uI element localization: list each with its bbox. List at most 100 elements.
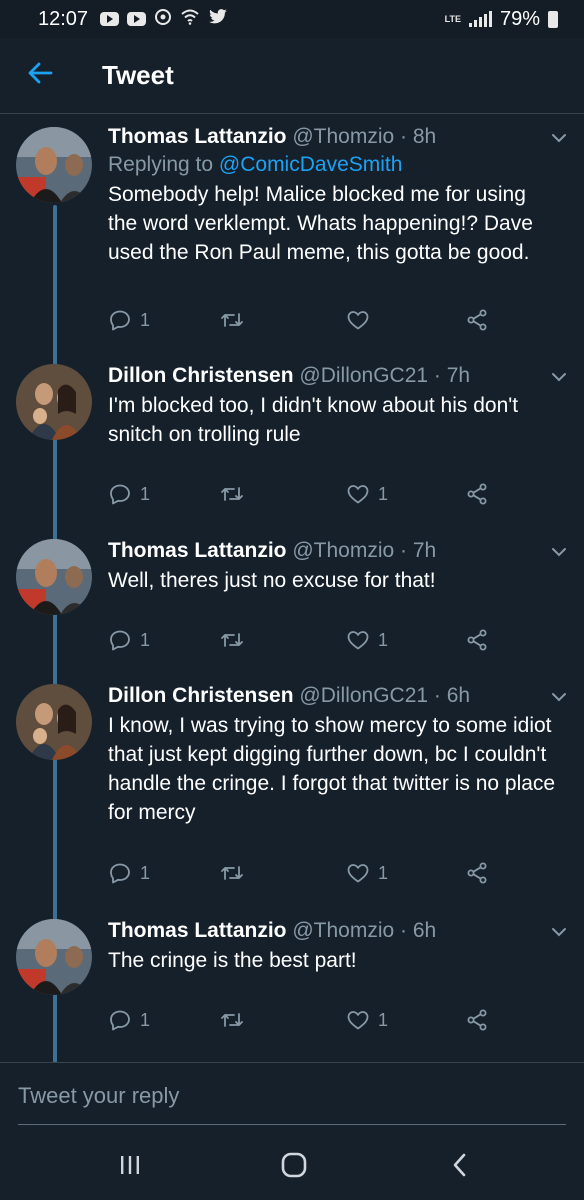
author-name[interactable]: Dillon Christensen xyxy=(108,364,294,387)
avatar[interactable] xyxy=(16,127,92,203)
avatar[interactable] xyxy=(16,919,92,995)
like-button[interactable]: 1 xyxy=(346,625,388,655)
like-count: 1 xyxy=(378,629,389,650)
retweet-button[interactable] xyxy=(220,858,252,888)
author-name[interactable]: Thomas Lattanzio xyxy=(108,919,287,942)
chevron-down-icon[interactable] xyxy=(550,688,568,706)
wifi-icon xyxy=(180,9,200,30)
system-nav-bar xyxy=(0,1132,584,1200)
tweet-text: Well, theres just no excuse for that! xyxy=(108,569,436,592)
sync-icon xyxy=(154,8,172,31)
share-icon xyxy=(465,308,489,332)
reply-count: 1 xyxy=(140,1009,151,1030)
reply-button[interactable]: 1 xyxy=(108,625,150,655)
status-time: 12:07 xyxy=(38,7,89,30)
heart-icon xyxy=(346,482,370,506)
tweet-actions: 1 1 xyxy=(108,858,548,888)
author-handle[interactable]: @Thomzio xyxy=(292,919,394,942)
network-type: LTE xyxy=(444,13,461,24)
avatar[interactable] xyxy=(16,684,92,760)
reply-icon xyxy=(108,482,132,506)
like-button[interactable] xyxy=(346,305,378,335)
reply-input-underline xyxy=(18,1124,566,1125)
tweet-actions: 1 1 xyxy=(108,625,548,655)
retweet-button[interactable] xyxy=(220,479,252,509)
like-count: 1 xyxy=(378,862,389,883)
page-title: Tweet xyxy=(102,60,174,90)
reply-icon xyxy=(108,628,132,652)
retweet-button[interactable] xyxy=(220,305,252,335)
avatar[interactable] xyxy=(16,539,92,615)
tweet-meta: Thomas Lattanzio @Thomzio · 7h xyxy=(108,537,558,565)
chevron-down-icon[interactable] xyxy=(550,543,568,561)
share-button[interactable] xyxy=(465,858,489,888)
recents-button[interactable] xyxy=(110,1152,150,1182)
avatar[interactable] xyxy=(16,364,92,440)
share-button[interactable] xyxy=(465,1005,489,1035)
tweet-text: The cringe is the best part! xyxy=(108,949,357,972)
like-count: 1 xyxy=(378,483,389,504)
chevron-down-icon[interactable] xyxy=(550,129,568,147)
back-nav-button[interactable] xyxy=(440,1152,480,1182)
reply-composer: Tweet your reply xyxy=(0,1062,584,1132)
share-icon xyxy=(465,628,489,652)
share-button[interactable] xyxy=(465,305,489,335)
reply-count: 1 xyxy=(140,629,151,650)
share-button[interactable] xyxy=(465,479,489,509)
reply-button[interactable]: 1 xyxy=(108,858,150,888)
mention-link[interactable]: @ComicDaveSmith xyxy=(219,153,403,176)
tweet-time: · 8h xyxy=(400,125,437,148)
author-name[interactable]: Thomas Lattanzio xyxy=(108,125,287,148)
status-bar: 12:07 LTE 79% xyxy=(0,0,584,38)
like-button[interactable]: 1 xyxy=(346,858,388,888)
tweet-text: Somebody help! Malice blocked me for usi… xyxy=(108,183,533,264)
tweet-text: I'm blocked too, I didn't know about his… xyxy=(108,394,519,446)
author-name[interactable]: Dillon Christensen xyxy=(108,684,294,707)
like-count: 1 xyxy=(378,1009,389,1030)
share-icon xyxy=(465,482,489,506)
reply-count: 1 xyxy=(140,862,151,883)
tweet-meta: Dillon Christensen @DillonGC21 · 7h xyxy=(108,362,558,390)
reply-button[interactable]: 1 xyxy=(108,479,150,509)
retweet-icon xyxy=(220,308,244,332)
replying-prefix: Replying to xyxy=(108,153,219,176)
back-icon xyxy=(451,1153,469,1182)
reply-button[interactable]: 1 xyxy=(108,305,150,335)
author-handle[interactable]: @DillonGC21 xyxy=(299,684,428,707)
author-name[interactable]: Thomas Lattanzio xyxy=(108,539,287,562)
tweet-time: · 7h xyxy=(433,364,471,387)
tweet-time: · 7h xyxy=(400,539,437,562)
author-handle[interactable]: @DillonGC21 xyxy=(299,364,428,387)
like-button[interactable]: 1 xyxy=(346,1005,388,1035)
share-icon xyxy=(465,1008,489,1032)
home-button[interactable] xyxy=(272,1152,316,1182)
tweet-meta: Thomas Lattanzio @Thomzio · 8h xyxy=(108,123,558,151)
twitter-bird-icon xyxy=(208,8,228,30)
signal-icon xyxy=(468,11,492,27)
back-button[interactable] xyxy=(0,38,80,114)
replying-to: Replying to @ComicDaveSmith xyxy=(108,151,558,179)
share-icon xyxy=(465,861,489,885)
like-button[interactable]: 1 xyxy=(346,479,388,509)
reply-count: 1 xyxy=(140,483,151,504)
reply-input[interactable]: Tweet your reply xyxy=(18,1083,179,1109)
tweet-actions: 1 xyxy=(108,305,548,335)
retweet-button[interactable] xyxy=(220,1005,252,1035)
app-header: Tweet xyxy=(0,38,584,114)
notification-icons xyxy=(100,8,228,31)
tweet-meta: Dillon Christensen @DillonGC21 · 6h xyxy=(108,682,558,710)
recents-icon xyxy=(119,1155,141,1180)
chevron-down-icon[interactable] xyxy=(550,368,568,386)
author-handle[interactable]: @Thomzio xyxy=(292,125,394,148)
share-button[interactable] xyxy=(465,625,489,655)
author-handle[interactable]: @Thomzio xyxy=(292,539,394,562)
reply-button[interactable]: 1 xyxy=(108,1005,150,1035)
chevron-down-icon[interactable] xyxy=(550,923,568,941)
retweet-icon xyxy=(220,1008,244,1032)
reply-icon xyxy=(108,1008,132,1032)
tweet-actions: 1 1 xyxy=(108,1005,548,1035)
retweet-icon xyxy=(220,861,244,885)
home-icon xyxy=(281,1152,307,1183)
retweet-button[interactable] xyxy=(220,625,252,655)
heart-icon xyxy=(346,308,370,332)
